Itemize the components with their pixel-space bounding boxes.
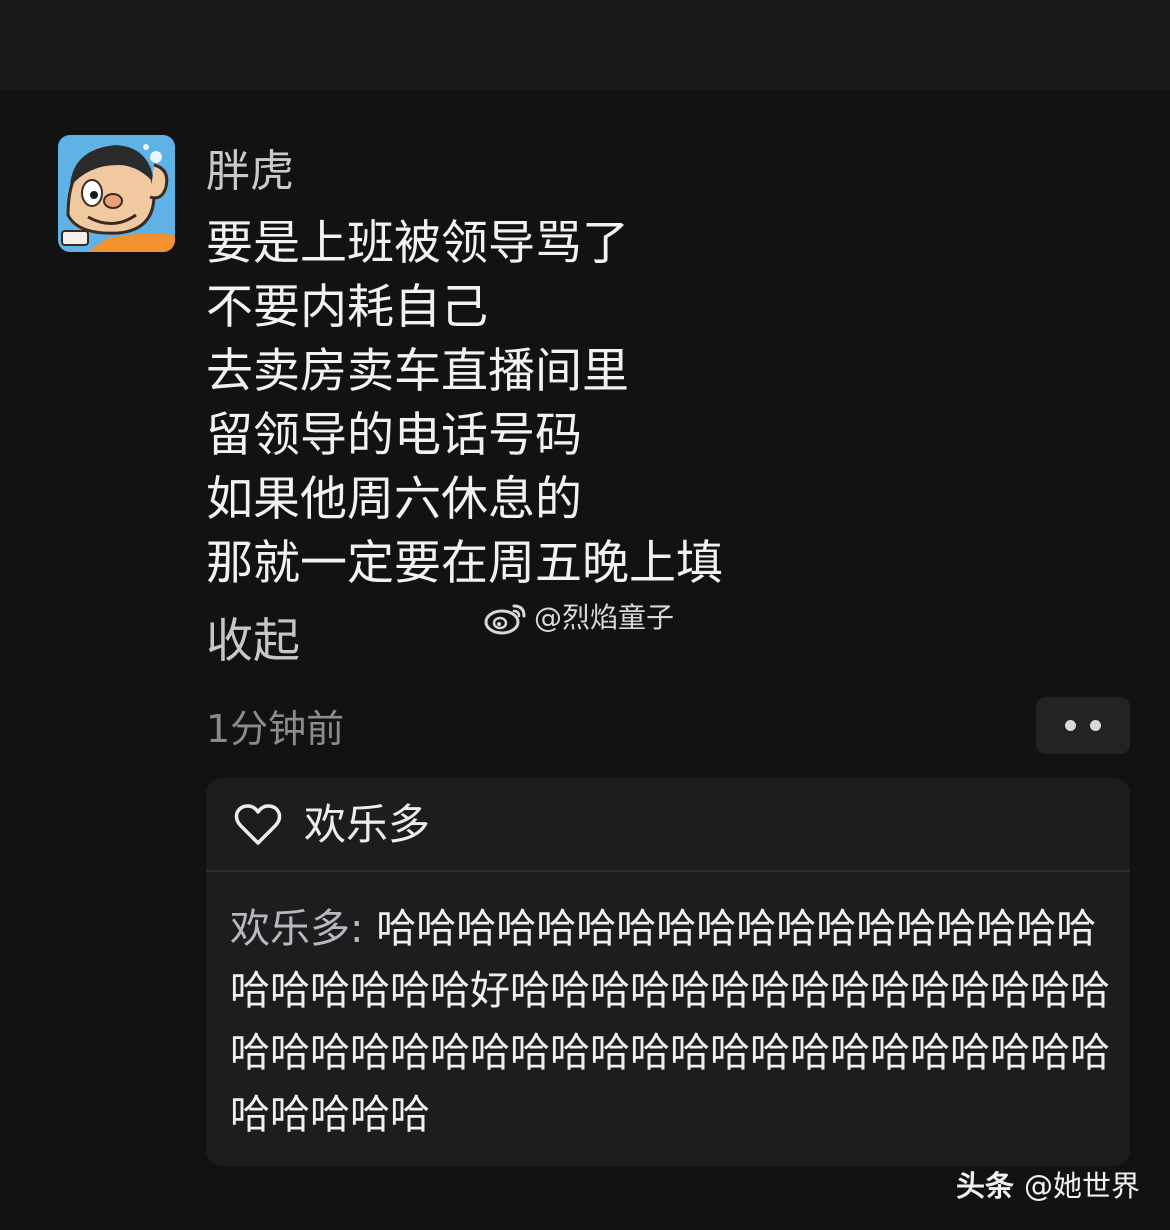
heart-outline-icon[interactable] — [234, 803, 282, 847]
top-bar — [0, 0, 1170, 90]
post-line: 那就一定要在周五晚上填 — [206, 536, 723, 591]
post-username[interactable]: 胖虎 — [206, 142, 294, 202]
liker-name[interactable]: 欢乐多 — [304, 796, 430, 854]
toutiao-handle: @她世界 — [1023, 1169, 1140, 1203]
collapse-link[interactable]: 收起 — [206, 610, 300, 674]
reply-comment: 欢乐多: 哈哈哈哈哈哈哈哈哈哈哈哈哈哈哈哈哈哈哈哈哈哈哈哈好哈哈哈哈哈哈哈哈哈哈… — [230, 898, 1130, 1146]
cartoon-avatar-icon — [58, 135, 175, 252]
reply-author[interactable]: 欢乐多: — [230, 906, 363, 952]
avatar[interactable] — [58, 135, 175, 252]
post-line: 要是上班被领导骂了 — [206, 216, 629, 271]
toutiao-brand: 头条 — [955, 1169, 1014, 1203]
post-timestamp: 1分钟前 — [206, 707, 345, 751]
toutiao-watermark: 头条 @她世界 — [956, 1166, 1140, 1206]
like-row: 欢乐多 — [206, 778, 1130, 872]
more-dots-icon — [1065, 720, 1076, 731]
post-line: 留领导的电话号码 — [206, 408, 582, 463]
post-line: 如果他周六休息的 — [206, 472, 582, 527]
more-options-button[interactable] — [1036, 697, 1130, 754]
more-dots-icon — [1090, 720, 1101, 731]
post-line: 不要内耗自己 — [206, 280, 488, 335]
post-body: 要是上班被领导骂了 不要内耗自己 去卖房卖车直播间里 留领导的电话号码 如果他周… — [206, 212, 723, 596]
weibo-watermark: @烈焰童子 — [484, 598, 674, 638]
reply-card: 欢乐多 欢乐多: 哈哈哈哈哈哈哈哈哈哈哈哈哈哈哈哈哈哈哈哈哈哈哈哈好哈哈哈哈哈哈… — [206, 778, 1130, 1166]
weibo-handle: @烈焰童子 — [534, 601, 675, 634]
post-line: 去卖房卖车直播间里 — [206, 344, 629, 399]
weibo-logo-icon — [484, 604, 526, 635]
